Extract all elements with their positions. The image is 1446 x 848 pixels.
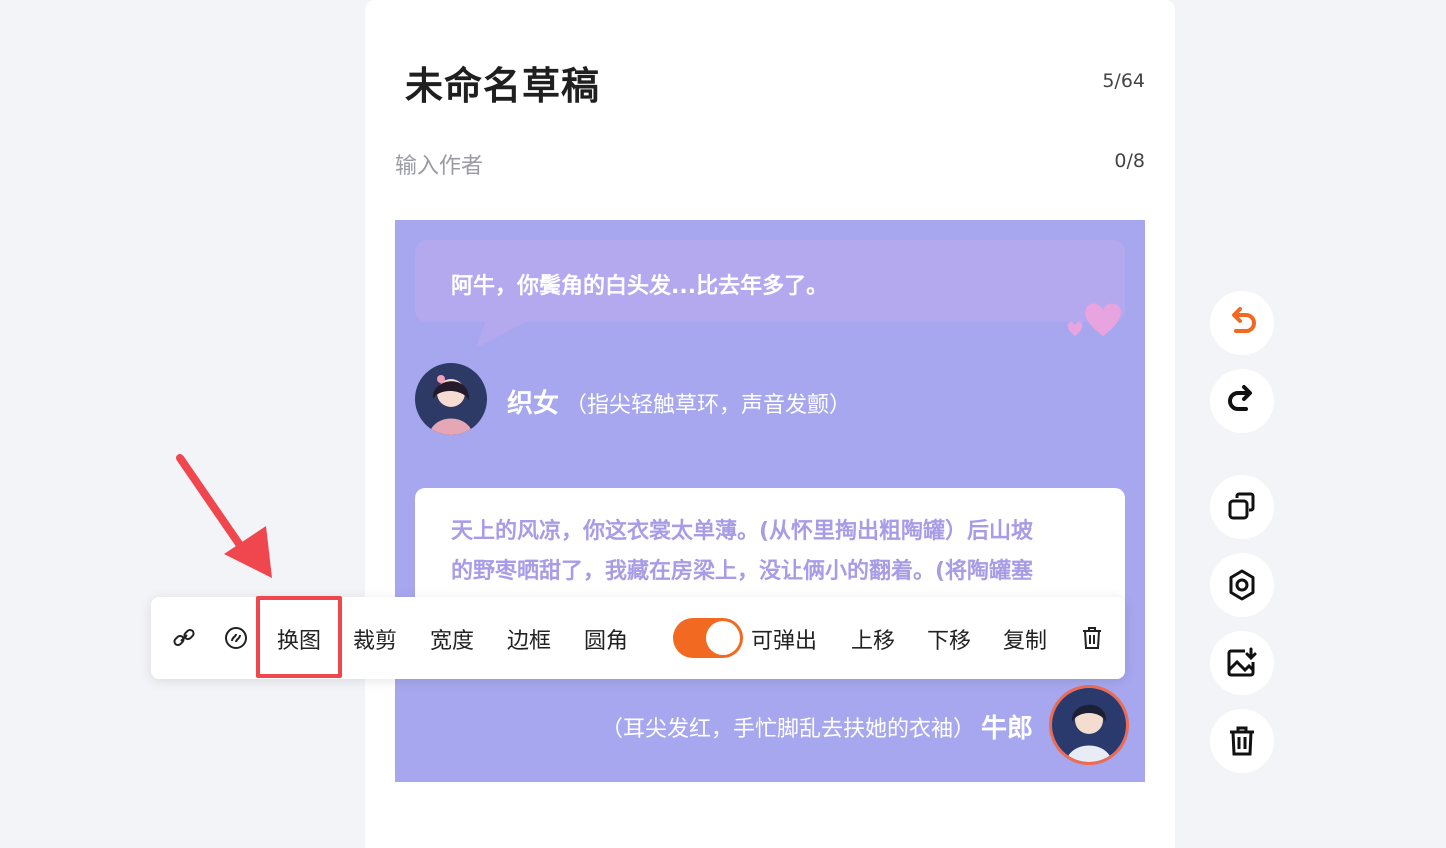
bubble2-line2: 的野枣晒甜了，我藏在房梁上，没让俩小的翻着。(将陶罐塞: [451, 559, 1034, 584]
mini-program-icon[interactable]: [223, 625, 249, 651]
title-char-count: 5/64: [1102, 70, 1145, 92]
bubble2-line1: 天上的风凉，你这衣裳太单薄。(从怀里掏出粗陶罐）后山坡: [451, 519, 1034, 544]
bubble-tail: [475, 320, 531, 348]
undo-icon: [1232, 307, 1256, 333]
highlight-box: [256, 596, 342, 678]
pointer-arrow-icon: [176, 454, 272, 578]
bubble1-text: 阿牛，你鬓角的白头发...比去年多了。: [451, 274, 829, 299]
cowherd-avatar: [1049, 685, 1129, 765]
dialogue-image-card[interactable]: 阿牛，你鬓角的白头发...比去年多了。 织女 （指尖轻触草环，声音发颤） 天上的…: [395, 220, 1145, 782]
author-char-count: 0/8: [1114, 150, 1145, 172]
move-down-button[interactable]: 下移: [927, 623, 971, 655]
copy-button[interactable]: 复制: [1003, 623, 1047, 655]
weaver-girl-avatar: [415, 363, 487, 435]
move-up-button[interactable]: 上移: [851, 623, 895, 655]
speaker1-name: 织女: [507, 389, 560, 419]
save-image-icon: [1227, 647, 1257, 677]
redo-button[interactable]: [1210, 369, 1274, 433]
author-input[interactable]: 输入作者: [395, 148, 483, 180]
draft-title[interactable]: 未命名草稿: [405, 55, 600, 110]
radius-button[interactable]: 圆角: [584, 623, 628, 655]
copy-icon: [1228, 492, 1255, 520]
trash-icon[interactable]: [1079, 625, 1105, 651]
popup-toggle[interactable]: [673, 618, 743, 658]
editor-panel: 未命名草稿 5/64 输入作者 0/8 阿牛，你鬓角的白头发...比去年多了。 …: [365, 0, 1175, 848]
width-button[interactable]: 宽度: [430, 623, 474, 655]
trash-icon: [1230, 726, 1254, 756]
speaker1-stage-direction: （指尖轻触草环，声音发颤）: [565, 393, 852, 418]
settings-icon: [1229, 569, 1255, 601]
crop-button[interactable]: 裁剪: [353, 623, 397, 655]
save-image-button[interactable]: [1210, 631, 1274, 695]
settings-button[interactable]: [1210, 553, 1274, 617]
link-icon[interactable]: [171, 625, 197, 651]
undo-button[interactable]: [1210, 291, 1274, 355]
duplicate-button[interactable]: [1210, 475, 1274, 539]
speech-bubble-1: 阿牛，你鬓角的白头发...比去年多了。: [415, 240, 1125, 336]
delete-block-button[interactable]: [1210, 709, 1274, 773]
popup-label: 可弹出: [751, 629, 818, 654]
redo-icon: [1228, 385, 1252, 411]
hearts-icon: [1067, 303, 1121, 336]
speaker2-stage-direction: （耳尖发红，手忙脚乱去扶她的衣袖）: [600, 717, 975, 742]
toggle-knob: [706, 621, 740, 655]
speaker2-name: 牛郎: [980, 714, 1033, 744]
border-button[interactable]: 边框: [507, 623, 551, 655]
